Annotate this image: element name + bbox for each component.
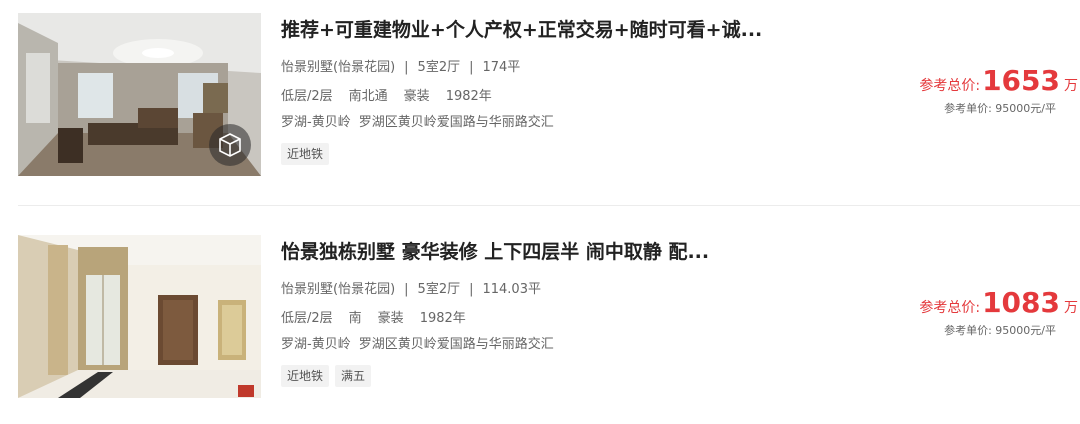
tag-near-subway: 近地铁 [281, 365, 330, 387]
unit-price: 参考单价: 95000元/平 [944, 102, 1056, 115]
listing-detail-info: 低层/2层 南北通 豪装 1982年 [281, 85, 492, 104]
listing-detail-info: 低层/2层南豪装 1982年 [281, 307, 466, 326]
address: 罗湖区黄贝岭爱国路与华丽路交汇 [358, 337, 554, 352]
orientation: 南北通 [348, 89, 388, 104]
floor-area: 114.03平 [482, 282, 541, 297]
district: 罗湖-黄贝岭 [281, 337, 351, 352]
floor-level: 低层/2层 [281, 311, 333, 326]
floor-level: 低层/2层 [281, 89, 333, 104]
listing-basic-info: 怡景别墅(怡景花园) | 5室2厅 | 114.03平 [281, 278, 541, 297]
separator: | [404, 60, 409, 75]
room-layout: 5室2厅 [417, 282, 461, 297]
listing-title[interactable]: 怡景独栋别墅 豪华装修 上下四层半 闹中取静 配... [281, 237, 709, 264]
listing-location: 罗湖-黄贝岭 罗湖区黄贝岭爱国路与华丽路交汇 [281, 111, 554, 130]
community-link[interactable]: 怡景别墅(怡景花园) [281, 282, 395, 297]
address: 罗湖区黄贝岭爱国路与华丽路交汇 [358, 115, 554, 130]
listing-photo[interactable] [18, 13, 261, 176]
listing-list: 推荐+可重建物业+个人产权+正常交易+随时可看+诚... 怡景别墅(怡景花园) |… [0, 0, 1080, 424]
build-year: 1982年 [419, 311, 466, 326]
tag-list: 近地铁 满五 [281, 365, 372, 387]
community-link[interactable]: 怡景别墅(怡景花园) [281, 60, 395, 75]
decoration: 豪装 [377, 311, 404, 326]
tag-over-five-years: 满五 [335, 365, 372, 387]
separator: | [469, 60, 474, 75]
price-block: 参考总价:1083 万 参考单价: 95000元/平 [898, 286, 1078, 338]
listing-photo[interactable] [18, 235, 261, 398]
floor-area: 174平 [482, 60, 521, 75]
listing-card[interactable]: 推荐+可重建物业+个人产权+正常交易+随时可看+诚... 怡景别墅(怡景花园) |… [0, 0, 1080, 200]
orientation: 南 [348, 311, 362, 326]
tag-list: 近地铁 [281, 143, 330, 165]
vr-cube-icon[interactable] [209, 124, 251, 166]
decoration: 豪装 [403, 89, 430, 104]
villa-hall-photo [18, 235, 261, 398]
listing-location: 罗湖-黄贝岭 罗湖区黄贝岭爱国路与华丽路交汇 [281, 333, 554, 352]
listing-card[interactable]: 怡景独栋别墅 豪华装修 上下四层半 闹中取静 配... 怡景别墅(怡景花园) | 5… [0, 222, 1080, 422]
listing-title[interactable]: 推荐+可重建物业+个人产权+正常交易+随时可看+诚... [281, 15, 762, 42]
total-price-label: 参考总价: [919, 300, 981, 316]
total-price-value: 1083 [982, 286, 1060, 319]
total-price-label: 参考总价: [919, 78, 981, 94]
tag-near-subway: 近地铁 [281, 143, 330, 165]
total-price-unit: 万 [1064, 78, 1078, 94]
build-year: 1982年 [445, 89, 492, 104]
district: 罗湖-黄贝岭 [281, 115, 351, 130]
listing-divider [18, 205, 1080, 206]
total-price-unit: 万 [1064, 300, 1078, 316]
separator: | [404, 282, 409, 297]
listing-basic-info: 怡景别墅(怡景花园) | 5室2厅 | 174平 [281, 56, 520, 75]
unit-price: 参考单价: 95000元/平 [944, 324, 1056, 337]
room-layout: 5室2厅 [417, 60, 461, 75]
price-block: 参考总价:1653 万 参考单价: 95000元/平 [898, 64, 1078, 116]
total-price-value: 1653 [982, 64, 1060, 97]
separator: | [469, 282, 474, 297]
